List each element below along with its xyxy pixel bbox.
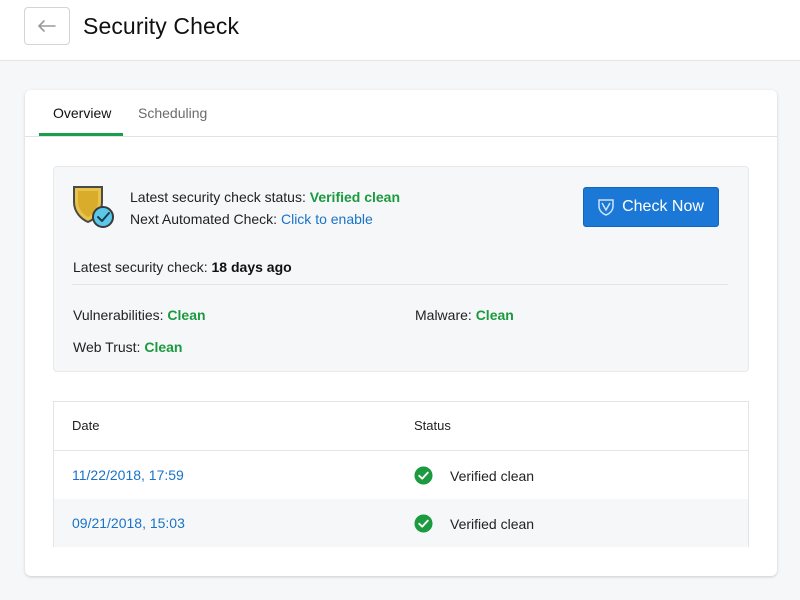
shield-check-icon xyxy=(73,186,114,228)
next-check-label: Next Automated Check: xyxy=(130,211,278,227)
status-panel: Latest security check status: Verified c… xyxy=(53,166,749,372)
check-now-button[interactable]: Check Now xyxy=(583,187,719,227)
malware-line: Malware: Clean xyxy=(415,307,514,323)
history-date-link[interactable]: 09/21/2018, 15:03 xyxy=(72,515,185,531)
column-header-status: Status xyxy=(414,418,451,433)
table-row: 09/21/2018, 15:03 Verified clean xyxy=(54,499,748,547)
table-header: Date Status xyxy=(54,402,748,451)
shield-icon xyxy=(598,199,614,216)
security-check-card: Overview Scheduling Latest security chec… xyxy=(25,90,777,576)
webtrust-label: Web Trust: xyxy=(73,339,141,355)
webtrust-value: Clean xyxy=(144,339,183,355)
latest-status-line: Latest security check status: Verified c… xyxy=(130,189,400,205)
vulnerabilities-label: Vulnerabilities: xyxy=(73,307,164,323)
active-tab-indicator xyxy=(39,133,123,136)
last-check-line: Latest security check: 18 days ago xyxy=(73,259,292,275)
page-title: Security Check xyxy=(83,13,240,39)
last-check-label: Latest security check: xyxy=(73,259,208,275)
history-status: Verified clean xyxy=(450,516,535,532)
tab-overview[interactable]: Overview xyxy=(53,105,111,121)
latest-status-label: Latest security check status: xyxy=(130,189,306,205)
divider xyxy=(72,284,728,285)
webtrust-line: Web Trust: Clean xyxy=(73,339,182,355)
check-history-table: Date Status 11/22/2018, 17:59 Verified c… xyxy=(53,401,749,547)
table-row: 11/22/2018, 17:59 Verified clean xyxy=(54,451,748,499)
vulnerabilities-value: Clean xyxy=(167,307,206,323)
tab-bar: Overview Scheduling xyxy=(25,90,777,137)
next-check-line: Next Automated Check: Click to enable xyxy=(130,211,373,227)
malware-value: Clean xyxy=(475,307,514,323)
latest-status-value: Verified clean xyxy=(309,189,401,205)
last-check-value: 18 days ago xyxy=(211,259,292,275)
enable-automated-check-link[interactable]: Click to enable xyxy=(281,211,373,227)
vulnerabilities-line: Vulnerabilities: Clean xyxy=(73,307,206,323)
column-header-date: Date xyxy=(72,418,100,433)
arrow-left-icon xyxy=(38,20,56,32)
check-circle-icon xyxy=(414,514,433,533)
back-button[interactable] xyxy=(24,7,70,45)
page-header: Security Check xyxy=(0,0,800,61)
malware-label: Malware: xyxy=(415,307,472,323)
tab-scheduling[interactable]: Scheduling xyxy=(138,105,207,121)
check-now-label: Check Now xyxy=(622,198,704,215)
history-status: Verified clean xyxy=(450,468,535,484)
check-circle-icon xyxy=(414,466,433,485)
history-date-link[interactable]: 11/22/2018, 17:59 xyxy=(72,467,184,483)
